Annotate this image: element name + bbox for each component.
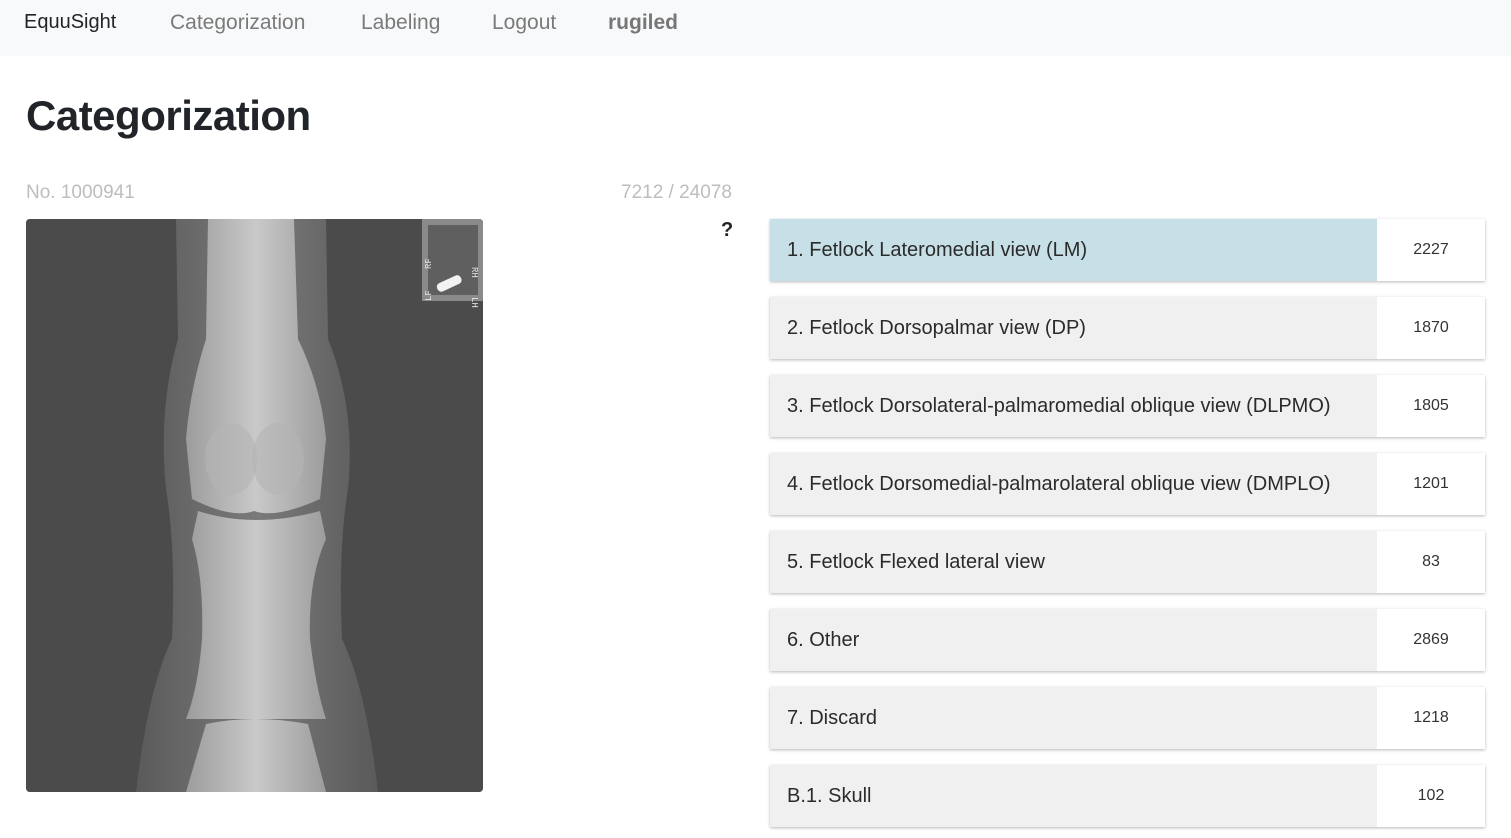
category-count: 2869 — [1413, 631, 1449, 648]
category-count: 2227 — [1413, 241, 1449, 258]
marker-rh: RH — [469, 267, 479, 278]
category-count: 102 — [1417, 787, 1445, 804]
image-number: No. 1000941 — [26, 182, 135, 203]
category-label: 1. Fetlock Lateromedial view (LM) — [770, 219, 1377, 281]
category-count: 1805 — [1413, 397, 1449, 414]
brand-logo[interactable]: EquuSight — [24, 11, 116, 34]
category-label: 6. Other — [770, 609, 1377, 671]
category-label: 3. Fetlock Dorsolateral-palmaromedial ob… — [770, 375, 1377, 437]
category-count: 1218 — [1413, 709, 1449, 726]
page-title: Categorization — [26, 92, 311, 139]
marker-lh: LH — [469, 297, 479, 308]
category-label: B.1. Skull — [770, 765, 1377, 827]
category-item[interactable]: 5. Fetlock Flexed lateral view 83 — [770, 531, 1485, 593]
marker-rf: RF — [424, 258, 434, 269]
category-count: 1870 — [1413, 319, 1449, 336]
nav-logout[interactable]: Logout — [492, 11, 556, 35]
category-item[interactable]: 7. Discard 1218 — [770, 687, 1485, 749]
category-item[interactable]: 2. Fetlock Dorsopalmar view (DP) 1870 — [770, 297, 1485, 359]
category-item[interactable]: 1. Fetlock Lateromedial view (LM) 2227 — [770, 219, 1485, 281]
category-label: 4. Fetlock Dorsomedial-palmarolateral ob… — [770, 453, 1377, 515]
nav-categorization[interactable]: Categorization — [170, 11, 305, 35]
help-icon[interactable]: ? — [721, 219, 733, 242]
top-navbar: EquuSight Categorization Labeling Logout… — [0, 0, 1511, 56]
category-item[interactable]: 3. Fetlock Dorsolateral-palmaromedial ob… — [770, 375, 1485, 437]
progress-counter: 7212 / 24078 — [621, 182, 732, 203]
category-label: 2. Fetlock Dorsopalmar view (DP) — [770, 297, 1377, 359]
category-item[interactable]: 6. Other 2869 — [770, 609, 1485, 671]
category-label: 5. Fetlock Flexed lateral view — [770, 531, 1377, 593]
nav-labeling[interactable]: Labeling — [361, 11, 440, 35]
nav-username[interactable]: rugiled — [608, 11, 678, 35]
xray-drawing: RF RH LF LH — [26, 219, 483, 792]
xray-image: RF RH LF LH — [26, 219, 483, 792]
category-item[interactable]: 4. Fetlock Dorsomedial-palmarolateral ob… — [770, 453, 1485, 515]
category-count: 1201 — [1413, 475, 1449, 492]
marker-lf: LF — [424, 290, 434, 301]
category-count: 83 — [1422, 553, 1440, 570]
category-item[interactable]: B.1. Skull 102 — [770, 765, 1485, 827]
category-label: 7. Discard — [770, 687, 1377, 749]
